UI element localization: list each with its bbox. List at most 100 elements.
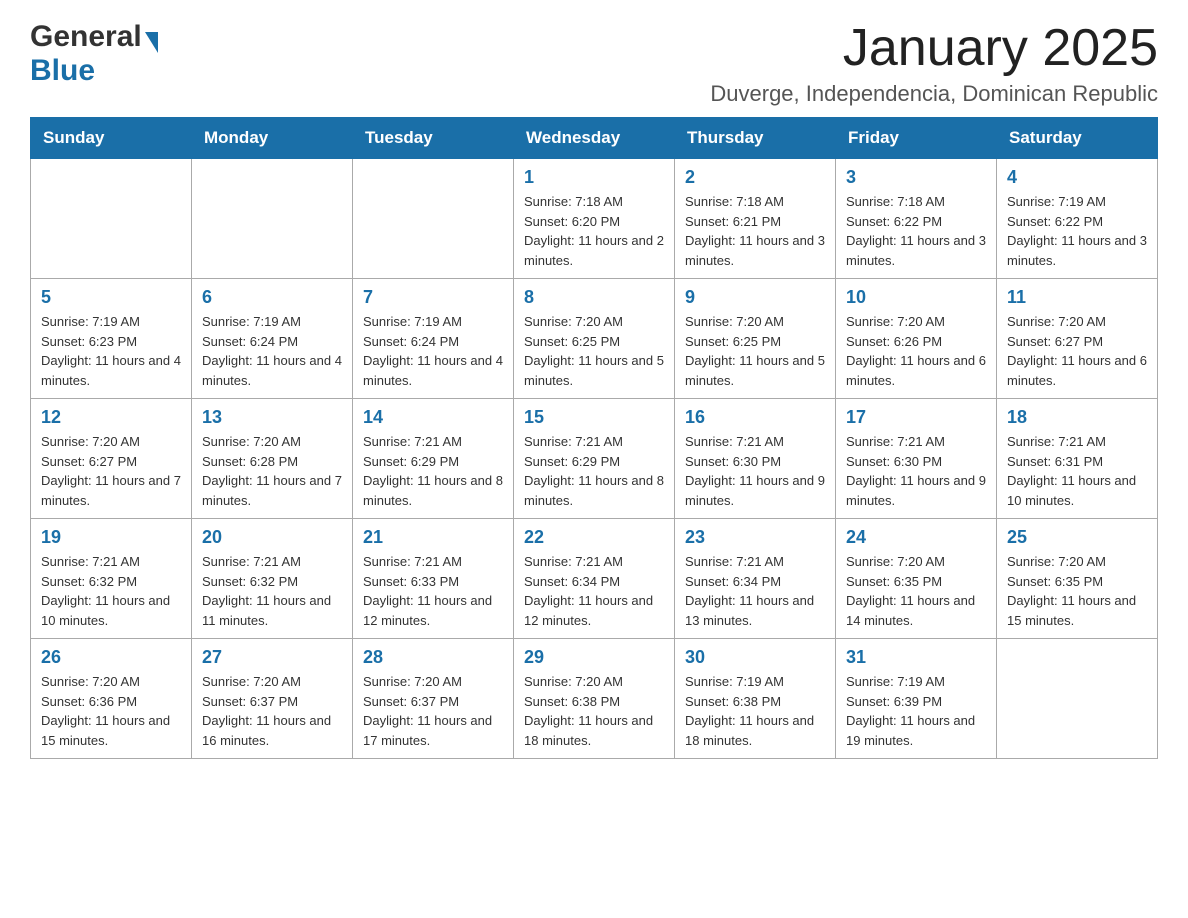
day-info: Sunrise: 7:20 AMSunset: 6:35 PMDaylight:… [846,552,986,630]
calendar-week-5: 26 Sunrise: 7:20 AMSunset: 6:36 PMDayligh… [31,639,1158,759]
day-number: 22 [524,527,664,548]
day-number: 7 [363,287,503,308]
day-number: 5 [41,287,181,308]
day-info: Sunrise: 7:21 AMSunset: 6:33 PMDaylight:… [363,552,503,630]
page-header: General Blue January 2025 Duverge, Indep… [30,20,1158,107]
day-number: 10 [846,287,986,308]
calendar-cell-w2-d3: 7Sunrise: 7:19 AMSunset: 6:24 PMDaylight… [353,279,514,399]
calendar-table: Sunday Monday Tuesday Wednesday Thursday… [30,117,1158,759]
day-info: Sunrise: 7:21 AMSunset: 6:31 PMDaylight:… [1007,432,1147,510]
day-info: Sunrise: 7:20 AMSunset: 6:28 PMDaylight:… [202,432,342,510]
day-number: 16 [685,407,825,428]
day-number: 14 [363,407,503,428]
day-info: Sunrise: 7:20 AMSunset: 6:26 PMDaylight:… [846,312,986,390]
day-number: 21 [363,527,503,548]
day-number: 23 [685,527,825,548]
calendar-cell-w1-d5: 2Sunrise: 7:18 AMSunset: 6:21 PMDaylight… [675,159,836,279]
day-number: 26 [41,647,181,668]
day-number: 31 [846,647,986,668]
day-number: 8 [524,287,664,308]
calendar-cell-w2-d5: 9 Sunrise: 7:20 AMSunset: 6:25 PMDaylight… [675,279,836,399]
day-info: Sunrise: 7:18 AMSunset: 6:20 PMDaylight:… [524,192,664,270]
calendar-cell-w4-d1: 19Sunrise: 7:21 AMSunset: 6:32 PMDayligh… [31,519,192,639]
day-number: 24 [846,527,986,548]
calendar-cell-w1-d7: 4 Sunrise: 7:19 AMSunset: 6:22 PMDaylight… [997,159,1158,279]
calendar-cell-w1-d4: 1 Sunrise: 7:18 AMSunset: 6:20 PMDaylight… [514,159,675,279]
calendar-cell-w4-d2: 20Sunrise: 7:21 AMSunset: 6:32 PMDayligh… [192,519,353,639]
day-info: Sunrise: 7:18 AMSunset: 6:21 PMDaylight:… [685,192,825,270]
day-info: Sunrise: 7:21 AMSunset: 6:30 PMDaylight:… [846,432,986,510]
day-info: Sunrise: 7:20 AMSunset: 6:37 PMDaylight:… [363,672,503,750]
day-number: 15 [524,407,664,428]
day-info: Sunrise: 7:20 AMSunset: 6:25 PMDaylight:… [685,312,825,390]
day-number: 30 [685,647,825,668]
day-info: Sunrise: 7:21 AMSunset: 6:34 PMDaylight:… [524,552,664,630]
day-number: 20 [202,527,342,548]
day-info: Sunrise: 7:20 AMSunset: 6:35 PMDaylight:… [1007,552,1147,630]
calendar-cell-w2-d7: 11 Sunrise: 7:20 AMSunset: 6:27 PMDayligh… [997,279,1158,399]
col-saturday: Saturday [997,118,1158,159]
calendar-cell-w4-d4: 22 Sunrise: 7:21 AMSunset: 6:34 PMDayligh… [514,519,675,639]
day-info: Sunrise: 7:20 AMSunset: 6:27 PMDaylight:… [41,432,181,510]
day-info: Sunrise: 7:19 AMSunset: 6:22 PMDaylight:… [1007,192,1147,270]
day-number: 12 [41,407,181,428]
calendar-cell-w1-d1 [31,159,192,279]
calendar-cell-w3-d6: 17Sunrise: 7:21 AMSunset: 6:30 PMDayligh… [836,399,997,519]
day-info: Sunrise: 7:20 AMSunset: 6:37 PMDaylight:… [202,672,342,750]
calendar-cell-w3-d5: 16 Sunrise: 7:21 AMSunset: 6:30 PMDayligh… [675,399,836,519]
day-info: Sunrise: 7:19 AMSunset: 6:24 PMDaylight:… [202,312,342,390]
day-info: Sunrise: 7:20 AMSunset: 6:25 PMDaylight:… [524,312,664,390]
day-number: 29 [524,647,664,668]
day-info: Sunrise: 7:19 AMSunset: 6:23 PMDaylight:… [41,312,181,390]
col-monday: Monday [192,118,353,159]
calendar-cell-w5-d2: 27 Sunrise: 7:20 AMSunset: 6:37 PMDayligh… [192,639,353,759]
calendar-week-3: 12 Sunrise: 7:20 AMSunset: 6:27 PMDayligh… [31,399,1158,519]
day-number: 18 [1007,407,1147,428]
day-info: Sunrise: 7:21 AMSunset: 6:34 PMDaylight:… [685,552,825,630]
calendar-cell-w3-d2: 13 Sunrise: 7:20 AMSunset: 6:28 PMDayligh… [192,399,353,519]
day-number: 3 [846,167,986,188]
col-thursday: Thursday [675,118,836,159]
day-number: 27 [202,647,342,668]
day-info: Sunrise: 7:20 AMSunset: 6:27 PMDaylight:… [1007,312,1147,390]
calendar-week-1: 1 Sunrise: 7:18 AMSunset: 6:20 PMDaylight… [31,159,1158,279]
day-number: 28 [363,647,503,668]
calendar-cell-w1-d2 [192,159,353,279]
day-number: 25 [1007,527,1147,548]
logo-general: General [30,20,142,54]
calendar-week-2: 5 Sunrise: 7:19 AMSunset: 6:23 PMDaylight… [31,279,1158,399]
day-number: 9 [685,287,825,308]
day-number: 13 [202,407,342,428]
col-tuesday: Tuesday [353,118,514,159]
calendar-cell-w4-d5: 23 Sunrise: 7:21 AMSunset: 6:34 PMDayligh… [675,519,836,639]
calendar-week-4: 19Sunrise: 7:21 AMSunset: 6:32 PMDayligh… [31,519,1158,639]
logo-blue: Blue [30,54,95,87]
col-wednesday: Wednesday [514,118,675,159]
calendar-cell-w5-d5: 30Sunrise: 7:19 AMSunset: 6:38 PMDayligh… [675,639,836,759]
calendar-cell-w2-d1: 5 Sunrise: 7:19 AMSunset: 6:23 PMDaylight… [31,279,192,399]
day-number: 1 [524,167,664,188]
day-info: Sunrise: 7:18 AMSunset: 6:22 PMDaylight:… [846,192,986,270]
logo-triangle-icon [145,32,158,53]
calendar-cell-w2-d4: 8 Sunrise: 7:20 AMSunset: 6:25 PMDaylight… [514,279,675,399]
day-info: Sunrise: 7:21 AMSunset: 6:30 PMDaylight:… [685,432,825,510]
day-number: 4 [1007,167,1147,188]
calendar-header-row: Sunday Monday Tuesday Wednesday Thursday… [31,118,1158,159]
calendar-cell-w1-d6: 3 Sunrise: 7:18 AMSunset: 6:22 PMDaylight… [836,159,997,279]
day-info: Sunrise: 7:21 AMSunset: 6:29 PMDaylight:… [363,432,503,510]
day-number: 11 [1007,287,1147,308]
title-block: January 2025 Duverge, Independencia, Dom… [710,20,1158,107]
calendar-cell-w1-d3 [353,159,514,279]
calendar-cell-w4-d7: 25 Sunrise: 7:20 AMSunset: 6:35 PMDayligh… [997,519,1158,639]
calendar-cell-w5-d6: 31 Sunrise: 7:19 AMSunset: 6:39 PMDayligh… [836,639,997,759]
calendar-cell-w5-d4: 29Sunrise: 7:20 AMSunset: 6:38 PMDayligh… [514,639,675,759]
day-number: 6 [202,287,342,308]
col-sunday: Sunday [31,118,192,159]
calendar-cell-w3-d3: 14 Sunrise: 7:21 AMSunset: 6:29 PMDayligh… [353,399,514,519]
month-title: January 2025 [710,20,1158,77]
calendar-cell-w3-d1: 12 Sunrise: 7:20 AMSunset: 6:27 PMDayligh… [31,399,192,519]
calendar-cell-w4-d3: 21 Sunrise: 7:21 AMSunset: 6:33 PMDayligh… [353,519,514,639]
day-number: 19 [41,527,181,548]
day-info: Sunrise: 7:19 AMSunset: 6:39 PMDaylight:… [846,672,986,750]
day-info: Sunrise: 7:20 AMSunset: 6:36 PMDaylight:… [41,672,181,750]
